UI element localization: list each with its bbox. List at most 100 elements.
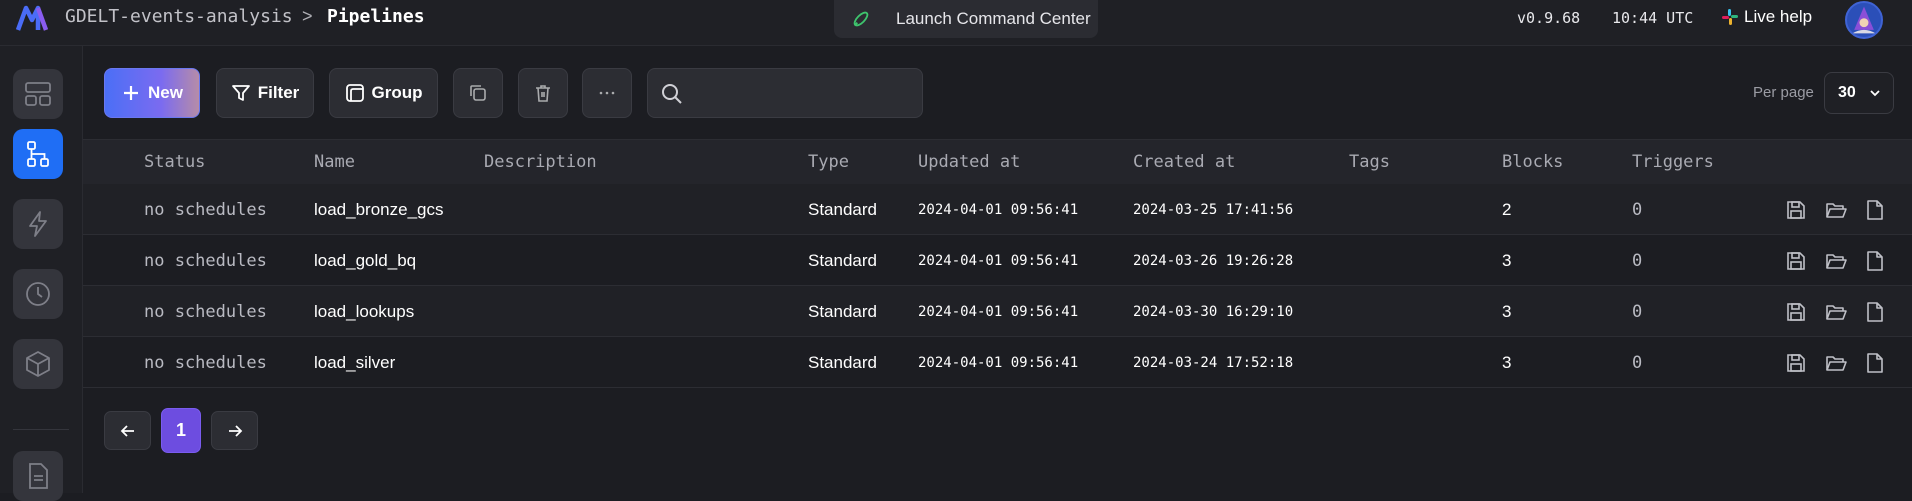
row-created-at: 2024-03-30 16:29:10	[1133, 304, 1294, 320]
row-type: Standard	[808, 302, 877, 321]
filter-icon	[231, 85, 250, 101]
row-name[interactable]: load_gold_bq	[314, 251, 416, 271]
save-icon[interactable]	[1784, 249, 1808, 273]
row-created-at: 2024-03-25 17:41:56	[1133, 202, 1294, 218]
plus-icon	[124, 86, 139, 100]
sidebar-item-runs[interactable]	[13, 269, 63, 319]
column-header-name[interactable]: Name	[314, 152, 355, 172]
clock-label: 10:44 UTC	[1612, 9, 1694, 27]
folder-open-icon[interactable]	[1824, 249, 1848, 273]
slack-icon	[1722, 9, 1738, 25]
mage-logo-icon[interactable]	[15, 4, 49, 32]
rocket-icon	[853, 11, 869, 27]
folder-open-icon[interactable]	[1824, 300, 1848, 324]
file-icon[interactable]	[1863, 249, 1887, 273]
table-header: Status Name Description Type Updated at …	[83, 139, 1912, 184]
row-triggers: 0	[1632, 200, 1643, 220]
column-header-created-at[interactable]: Created at	[1133, 152, 1235, 172]
row-updated-at: 2024-04-01 09:56:41	[918, 253, 1079, 269]
search-input[interactable]	[696, 79, 912, 109]
per-page-value: 30	[1838, 84, 1856, 101]
clock-icon	[26, 282, 50, 306]
breadcrumb-project[interactable]: GDELT-events-analysis	[65, 6, 293, 27]
command-center-label: Launch Command Center	[896, 9, 1091, 28]
live-help-label: Live help	[1744, 7, 1813, 26]
row-triggers: 0	[1632, 353, 1643, 373]
filter-button-label: Filter	[257, 83, 300, 102]
row-triggers: 0	[1632, 302, 1643, 322]
user-avatar[interactable]	[1845, 1, 1883, 39]
row-name[interactable]: load_lookups	[314, 302, 414, 322]
row-name[interactable]: load_bronze_gcs	[314, 200, 443, 220]
row-status: no schedules	[144, 251, 267, 271]
table-row[interactable]: no schedules load_gold_bq Standard 2024-…	[83, 235, 1912, 286]
save-icon[interactable]	[1784, 351, 1808, 375]
top-bar: GDELT-events-analysis > Pipelines Launch…	[0, 0, 1912, 46]
sidebar-divider	[13, 429, 69, 430]
sidebar-item-blocks[interactable]	[13, 339, 63, 389]
column-header-type[interactable]: Type	[808, 152, 849, 172]
row-created-at: 2024-03-24 17:52:18	[1133, 355, 1294, 371]
row-name[interactable]: load_silver	[314, 353, 395, 373]
table-row[interactable]: no schedules load_lookups Standard 2024-…	[83, 286, 1912, 337]
column-header-triggers[interactable]: Triggers	[1632, 152, 1714, 172]
delete-button[interactable]	[518, 68, 568, 118]
file-icon[interactable]	[1863, 198, 1887, 222]
column-header-updated-at[interactable]: Updated at	[918, 152, 1020, 172]
chevron-down-icon	[1870, 90, 1880, 97]
row-blocks: 3	[1502, 353, 1512, 372]
file-icon[interactable]	[1863, 300, 1887, 324]
wizard-avatar-icon	[1852, 6, 1876, 34]
per-page-select[interactable]: 30	[1824, 72, 1894, 114]
row-type: Standard	[808, 200, 877, 219]
save-icon[interactable]	[1784, 300, 1808, 324]
row-triggers: 0	[1632, 251, 1643, 271]
live-help-button[interactable]: Live help	[1722, 7, 1812, 27]
folder-open-icon[interactable]	[1824, 351, 1848, 375]
row-blocks: 3	[1502, 251, 1512, 270]
search-box[interactable]	[647, 68, 923, 118]
file-icon[interactable]	[1863, 351, 1887, 375]
row-status: no schedules	[144, 302, 267, 322]
launch-command-center-button[interactable]: Launch Command Center	[834, 0, 1098, 38]
column-header-description[interactable]: Description	[484, 152, 597, 172]
sidebar-item-pipelines[interactable]	[13, 129, 63, 179]
column-header-blocks[interactable]: Blocks	[1502, 152, 1563, 172]
next-page-button[interactable]	[211, 411, 258, 450]
save-icon[interactable]	[1784, 198, 1808, 222]
filter-button[interactable]: Filter	[216, 68, 314, 118]
current-page-number: 1	[175, 420, 186, 440]
left-sidebar	[0, 46, 83, 501]
per-page-label: Per page	[1753, 84, 1814, 101]
column-header-tags[interactable]: Tags	[1349, 152, 1390, 172]
previous-page-button[interactable]	[104, 411, 151, 450]
table-row[interactable]: no schedules load_silver Standard 2024-0…	[83, 337, 1912, 388]
table-row[interactable]: no schedules load_bronze_gcs Standard 20…	[83, 184, 1912, 235]
group-button[interactable]: Group	[329, 68, 438, 118]
more-actions-button[interactable]	[582, 68, 632, 118]
copy-icon	[470, 85, 486, 101]
row-type: Standard	[808, 353, 877, 372]
group-icon	[345, 84, 364, 102]
folder-open-icon[interactable]	[1824, 198, 1848, 222]
row-created-at: 2024-03-26 19:26:28	[1133, 253, 1294, 269]
version-label: v0.9.68	[1517, 9, 1581, 27]
new-pipeline-button[interactable]: New	[104, 68, 200, 118]
row-blocks: 3	[1502, 302, 1512, 321]
sidebar-item-files[interactable]	[13, 451, 63, 501]
ellipsis-icon	[599, 91, 615, 95]
group-button-label: Group	[371, 83, 423, 102]
cube-icon	[26, 351, 50, 377]
row-updated-at: 2024-04-01 09:56:41	[918, 304, 1079, 320]
arrow-left-icon	[120, 424, 134, 437]
sidebar-item-overview[interactable]	[13, 69, 63, 119]
breadcrumb-separator: >	[302, 6, 313, 26]
page-title: Pipelines	[327, 6, 425, 27]
row-status: no schedules	[144, 353, 267, 373]
column-header-status[interactable]: Status	[144, 152, 205, 172]
clone-button[interactable]	[453, 68, 503, 118]
row-type: Standard	[808, 251, 877, 270]
page-button-current[interactable]: 1	[161, 408, 201, 453]
search-icon	[662, 84, 682, 104]
sidebar-item-triggers[interactable]	[13, 199, 63, 249]
